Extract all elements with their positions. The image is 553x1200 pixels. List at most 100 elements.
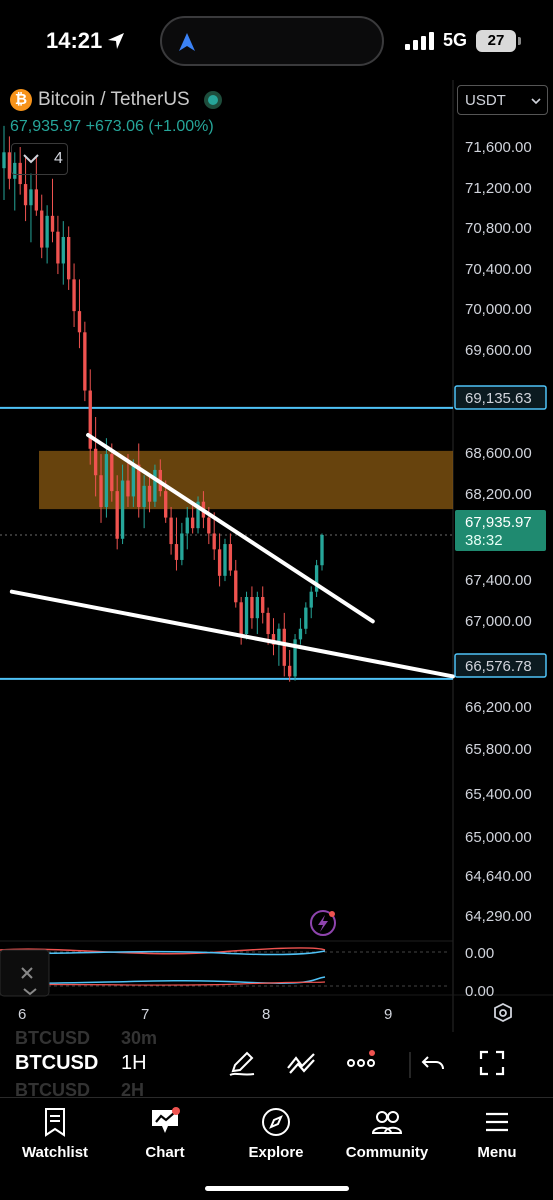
candle-body [147, 485, 152, 502]
candle-body [217, 549, 222, 576]
market-open-indicator [203, 91, 222, 109]
candle-body [298, 628, 303, 640]
price-tick: 67,400.00 [465, 572, 532, 589]
candle-body [142, 485, 146, 507]
candle-body [131, 464, 136, 497]
price-tick: 68,600.00 [465, 445, 532, 462]
candle-body [77, 311, 82, 333]
candle-body [126, 480, 130, 497]
candle-body [244, 597, 249, 635]
people-icon [371, 1111, 403, 1134]
time-tick: 8 [262, 1006, 270, 1023]
drawing-pen-icon[interactable] [227, 1048, 257, 1078]
price-tick: 65,000.00 [465, 829, 532, 846]
nav-watchlist[interactable]: Watchlist [0, 1098, 110, 1161]
price-tick: 64,290.00 [465, 908, 532, 925]
svg-text:67,935.97: 67,935.97 [465, 514, 532, 531]
nav-explore[interactable]: Explore [221, 1098, 331, 1161]
symbol-selector[interactable]: BTCUSD [15, 1052, 98, 1075]
nav-label: Chart [145, 1144, 185, 1161]
currency-selector[interactable]: USDT [457, 85, 548, 115]
time-axis[interactable]: 6 7 8 9 [18, 1006, 392, 1023]
candle-body [266, 612, 270, 635]
nav-community[interactable]: Community [332, 1098, 442, 1161]
nav-label: Watchlist [21, 1144, 89, 1161]
candle-body [185, 517, 189, 534]
indicator-tick: 0.00 [465, 983, 494, 1000]
price-tick: 70,800.00 [465, 220, 532, 237]
candle-body [153, 469, 157, 502]
time-tick: 7 [141, 1006, 149, 1023]
interval-selector[interactable]: 1H [121, 1052, 147, 1075]
lightning-alert-icon[interactable] [310, 910, 336, 936]
candle-body [287, 665, 292, 677]
more-options-icon[interactable] [346, 1048, 376, 1078]
chevron-down-icon [531, 98, 541, 105]
candle-body [29, 189, 33, 206]
candle-body [34, 189, 39, 211]
drawing-tools-icon[interactable] [286, 1048, 316, 1078]
candle-body [23, 184, 28, 206]
currency-label: USDT [465, 92, 506, 109]
chevron-down-icon [23, 154, 39, 164]
nav-chart[interactable]: Chart [110, 1098, 220, 1161]
bitcoin-logo-icon: ₿ [10, 89, 32, 111]
symbol-header[interactable]: ₿ Bitcoin / TetherUS [10, 88, 222, 112]
price-tick: 70,400.00 [465, 261, 532, 278]
nav-label: Community [345, 1144, 429, 1161]
candle-body [239, 602, 243, 635]
price-tick: 66,200.00 [465, 699, 532, 716]
candle-body [320, 534, 324, 566]
nav-menu[interactable]: Menu [442, 1098, 552, 1161]
candle-body [190, 517, 195, 529]
time-tick: 6 [18, 1006, 26, 1023]
candle-body [255, 597, 259, 619]
svg-text:69,135.63: 69,135.63 [465, 390, 532, 407]
candle-body [282, 628, 286, 666]
ghost-symbol-above: BTCUSD [15, 1028, 90, 1048]
price-change: +673.06 (+1.00%) [85, 118, 214, 135]
candle-body [99, 475, 103, 507]
candle-body [83, 332, 87, 391]
chart-icon [152, 1107, 180, 1133]
nav-label: Menu [477, 1144, 517, 1161]
candle-body [174, 544, 179, 560]
candle-body [304, 607, 308, 629]
candle-body [261, 597, 265, 613]
chart-settings-icon[interactable] [494, 1002, 512, 1023]
candle-body [104, 454, 109, 507]
price-chart[interactable]: 71,600.00 71,200.00 70,800.00 70,400.00 … [0, 0, 553, 1040]
price-tick: 67,000.00 [465, 613, 532, 630]
indicators-toggle[interactable]: 4 [11, 143, 68, 175]
current-price-label: 67,935.97 38:32 [455, 510, 546, 551]
candle-body [110, 454, 114, 492]
svg-text:66,576.78: 66,576.78 [465, 658, 532, 675]
last-price: 67,935.97 [10, 118, 82, 135]
candle-body [61, 237, 65, 264]
candle-body [228, 544, 233, 571]
candle-body [45, 215, 49, 248]
price-tick: 64,640.00 [465, 868, 532, 885]
bookmark-icon [45, 1108, 65, 1137]
candle-body [93, 448, 98, 476]
candle-body [67, 237, 71, 280]
trendline-lower[interactable] [9, 589, 455, 679]
ghost-interval-above: 30m [121, 1028, 158, 1048]
candle-body [180, 533, 184, 560]
undo-icon[interactable] [418, 1048, 448, 1078]
fullscreen-icon[interactable] [477, 1048, 507, 1078]
candle-body [164, 491, 168, 518]
price-tick: 68,200.00 [465, 486, 532, 503]
candle-body [50, 215, 55, 232]
price-change-line: 67,935.97 +673.06 (+1.00%) [10, 118, 214, 136]
price-tick: 71,600.00 [465, 139, 532, 156]
candle-body [120, 480, 125, 539]
candle-countdown: 38:32 [465, 532, 503, 549]
nav-label: Explore [248, 1144, 304, 1161]
candle-body [88, 390, 92, 449]
candle-body [250, 597, 254, 619]
candle-body [40, 210, 44, 248]
price-tick: 65,800.00 [465, 741, 532, 758]
indicator-pane[interactable]: 0.00 0.00 [0, 945, 494, 1000]
menu-icon [486, 1112, 508, 1132]
